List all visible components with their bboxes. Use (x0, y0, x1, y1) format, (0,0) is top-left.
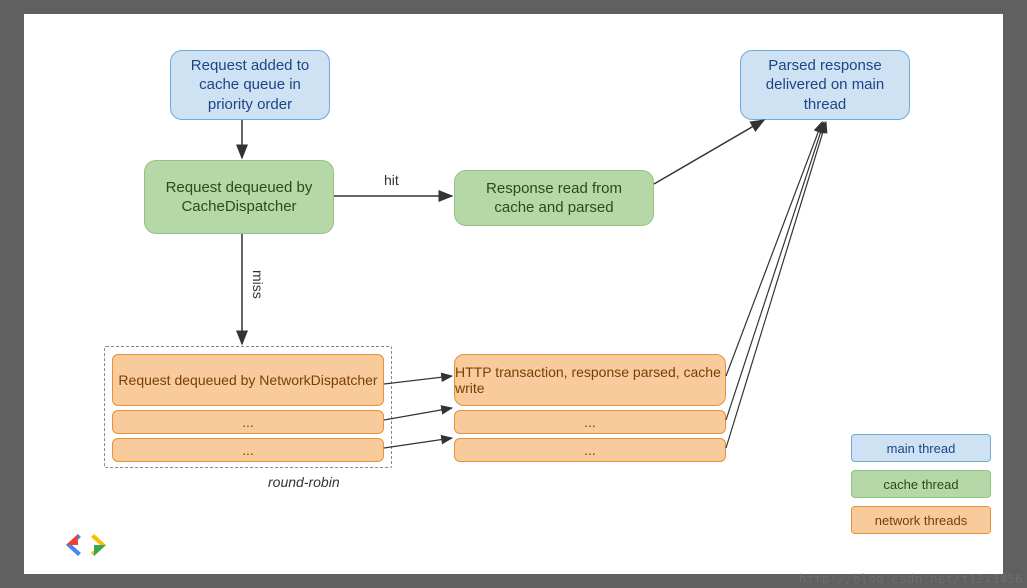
edge-label-round-robin: round-robin (268, 474, 340, 490)
node-request-added: Request added to cache queue in priority… (170, 50, 330, 120)
node-cache-dispatcher: Request dequeued by CacheDispatcher (144, 160, 334, 234)
node-text: HTTP transaction, response parsed, cache… (455, 364, 725, 396)
legend-text: cache thread (883, 477, 958, 492)
ellipsis-text: ... (242, 414, 254, 430)
stack-ellipsis: ... (112, 438, 384, 462)
legend-text: network threads (875, 513, 968, 528)
node-text: Request added to cache queue in priority… (181, 56, 319, 115)
legend-text: main thread (887, 441, 956, 456)
node-text: Response read from cache and parsed (465, 179, 643, 218)
node-delivered: Parsed response delivered on main thread (740, 50, 910, 120)
node-net-dispatcher: Request dequeued by NetworkDispatcher (112, 354, 384, 406)
node-text: Request dequeued by NetworkDispatcher (118, 372, 377, 388)
edge-label-miss: miss (250, 270, 266, 299)
ellipsis-text: ... (584, 442, 596, 458)
legend-cache-thread: cache thread (851, 470, 991, 498)
legend: main thread cache thread network threads (851, 434, 991, 534)
legend-main-thread: main thread (851, 434, 991, 462)
edge-label-hit: hit (384, 172, 399, 188)
legend-network-threads: network threads (851, 506, 991, 534)
stack-ellipsis: ... (112, 410, 384, 434)
ellipsis-text: ... (584, 414, 596, 430)
diagram-canvas: Request added to cache queue in priority… (24, 14, 1003, 574)
stack-ellipsis: ... (454, 438, 726, 462)
watermark-text: http://blog.csdn.net/t12x3456 (799, 572, 1023, 586)
node-text: Request dequeued by CacheDispatcher (155, 178, 323, 217)
node-text: Parsed response delivered on main thread (751, 56, 899, 115)
stack-ellipsis: ... (454, 410, 726, 434)
ellipsis-text: ... (242, 442, 254, 458)
node-http-transaction: HTTP transaction, response parsed, cache… (454, 354, 726, 406)
google-dev-logo-icon (66, 532, 106, 558)
node-cache-hit: Response read from cache and parsed (454, 170, 654, 226)
